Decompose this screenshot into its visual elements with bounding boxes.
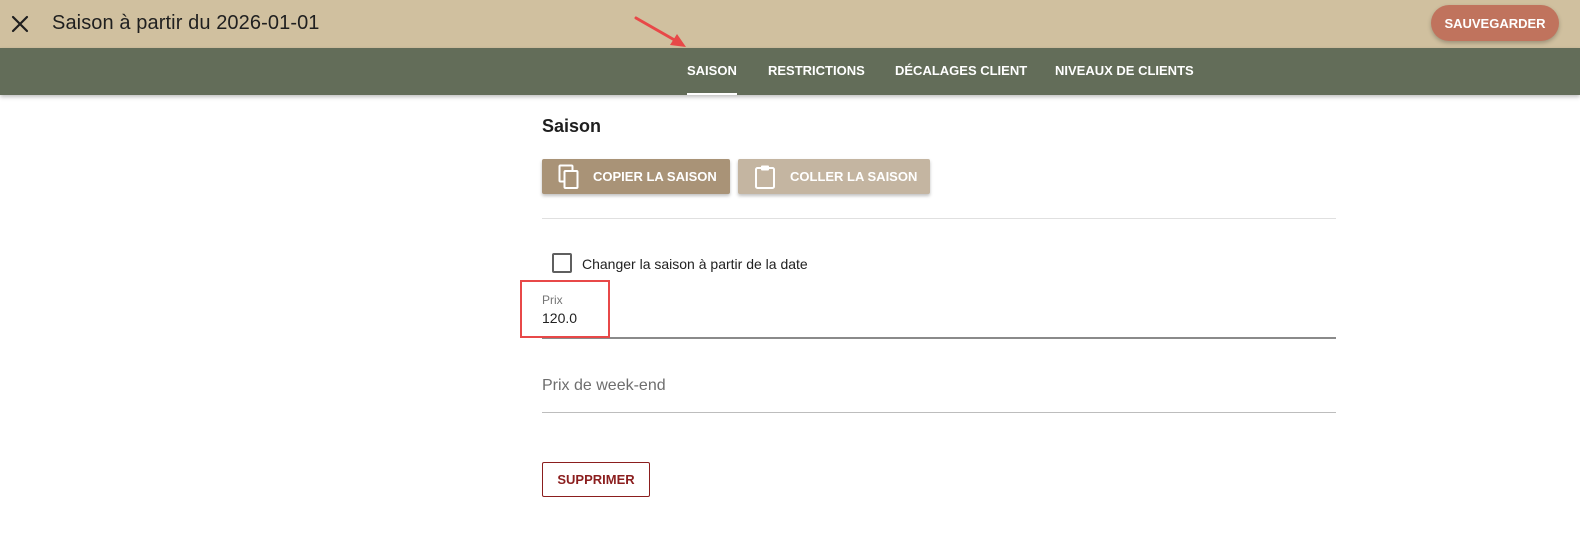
tab-restrictions[interactable]: RESTRICTIONS xyxy=(768,48,865,95)
save-button[interactable]: SAUVEGARDER xyxy=(1431,5,1559,41)
page-title: Saison à partir du 2026-01-01 xyxy=(52,12,320,34)
close-icon[interactable] xyxy=(8,12,32,36)
copy-season-button[interactable]: COPIER LA SAISON xyxy=(542,159,730,194)
delete-button[interactable]: SUPPRIMER xyxy=(542,462,650,497)
top-app-bar: Saison à partir du 2026-01-01 SAUVEGARDE… xyxy=(0,0,1580,48)
copy-season-label: COPIER LA SAISON xyxy=(593,169,717,184)
clipboard-icon xyxy=(754,164,776,193)
change-season-label: Changer la saison à partir de la date xyxy=(582,256,808,272)
annotation-arrow-icon xyxy=(634,16,686,47)
weekend-price-input[interactable]: Prix de week-end xyxy=(542,377,666,395)
change-season-checkbox[interactable] xyxy=(552,253,572,273)
tab-niveaux-de-clients[interactable]: NIVEAUX DE CLIENTS xyxy=(1055,48,1194,95)
section-divider xyxy=(542,218,1336,219)
paste-season-button[interactable]: COLLER LA SAISON xyxy=(738,159,930,194)
section-title: Saison xyxy=(542,116,602,136)
tab-bar: SAISON RESTRICTIONS DÉCALAGES CLIENT NIV… xyxy=(0,48,1580,95)
price-field-underline xyxy=(542,337,1336,339)
weekend-price-underline xyxy=(542,412,1336,413)
copy-icon xyxy=(558,164,580,193)
tab-decalages-client[interactable]: DÉCALAGES CLIENT xyxy=(895,48,1027,95)
tab-saison[interactable]: SAISON xyxy=(687,48,737,95)
annotation-highlight-box xyxy=(520,280,610,338)
paste-season-label: COLLER LA SAISON xyxy=(790,169,918,184)
